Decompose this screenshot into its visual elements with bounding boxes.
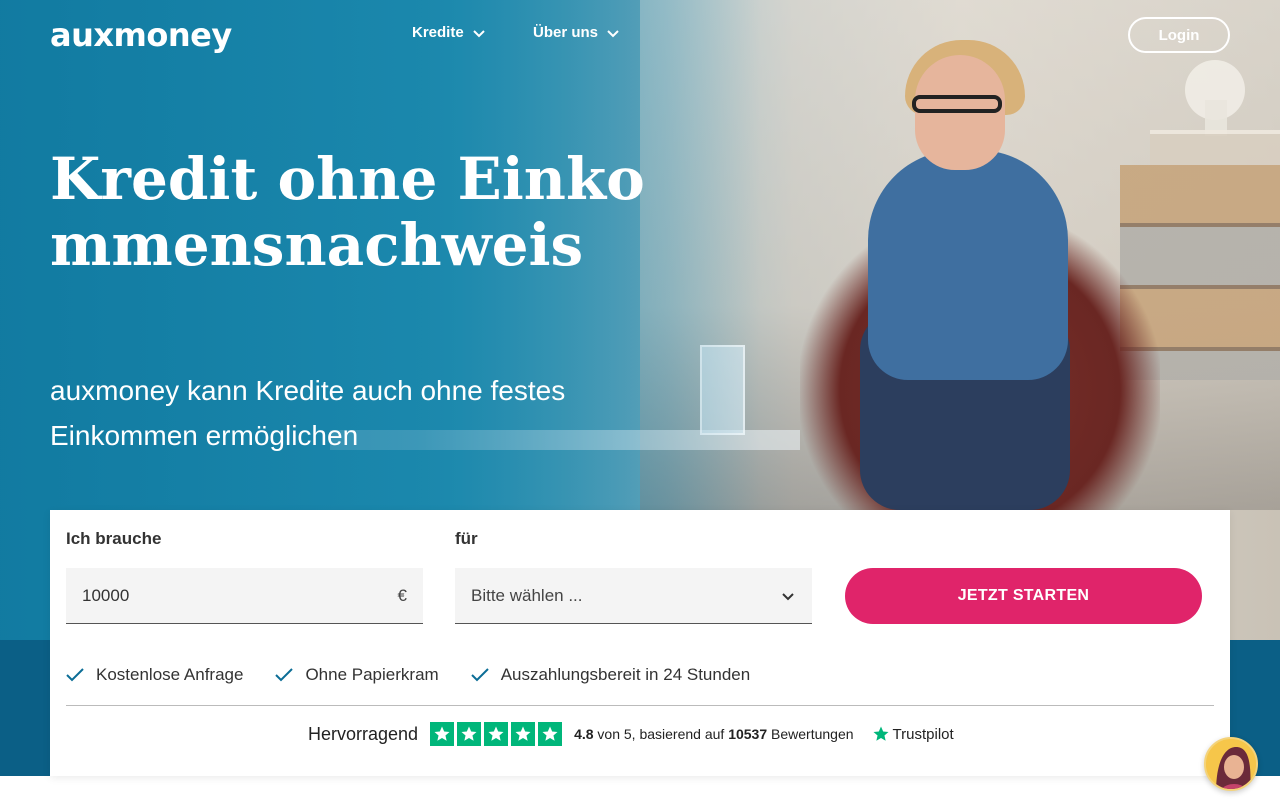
person-glasses [912, 95, 1002, 113]
trustpilot-review-count: 10537 [728, 726, 768, 742]
books [1150, 130, 1280, 166]
page-title: Kredit ohne Einkommensnachweis [50, 145, 645, 279]
currency-symbol: € [397, 585, 407, 605]
trustpilot-brand: Trustpilot [892, 725, 954, 743]
loan-request-card: Ich brauche für € Bitte wählen ... JETZT… [50, 510, 1230, 776]
star-icon [457, 722, 482, 746]
page-subtitle: auxmoney kann Kredite auch ohne festes E… [50, 375, 566, 451]
purpose-select[interactable]: Bitte wählen ... [455, 568, 812, 624]
check-icon [275, 668, 294, 682]
logo[interactable]: auxmoney [50, 16, 232, 54]
trustpilot-stars [430, 722, 563, 746]
trustpilot-reviews-word: Bewertungen [771, 726, 854, 742]
nav-kredite-label: Kredite [412, 24, 464, 41]
star-icon [430, 722, 455, 746]
trustpilot-logo: Trustpilot [872, 725, 954, 743]
purpose-select-value: Bitte wählen ... [471, 585, 583, 605]
person-body [868, 150, 1068, 380]
chevron-down-icon [472, 29, 485, 37]
check-icon [470, 668, 489, 682]
chevron-down-icon [607, 29, 619, 37]
trustpilot-widget[interactable]: Hervorragend 4.8 von 5, basierend auf 10… [308, 722, 954, 746]
amount-field[interactable]: € [66, 568, 423, 624]
trustpilot-rating-word: Hervorragend [308, 723, 419, 744]
chevron-down-icon [782, 592, 794, 600]
list-item: Auszahlungsbereit in 24 Stunden [470, 665, 751, 685]
nav-ueber-uns[interactable]: Über uns [533, 24, 620, 41]
list-item: Ohne Papierkram [275, 665, 439, 685]
benefit-label: Auszahlungsbereit in 24 Stunden [500, 665, 751, 684]
purpose-label: für [455, 529, 478, 548]
amount-label: Ich brauche [66, 529, 162, 548]
benefits-list: Kostenlose Anfrage Ohne Papierkram Ausza… [66, 665, 750, 685]
benefit-label: Ohne Papierkram [305, 665, 439, 684]
support-agent-avatar-icon [1206, 739, 1256, 789]
list-item: Kostenlose Anfrage [66, 665, 243, 685]
nav-ueber-uns-label: Über uns [533, 24, 599, 41]
amount-input[interactable] [82, 585, 362, 606]
trustpilot-summary: 4.8 von 5, basierend auf 10537 Bewertung… [574, 726, 853, 742]
divider [66, 705, 1214, 706]
login-button[interactable]: Login [1128, 17, 1230, 53]
star-icon [484, 722, 509, 746]
trustpilot-score: 4.8 [574, 726, 594, 742]
check-icon [66, 668, 84, 682]
star-icon [511, 722, 536, 746]
nav-kredite[interactable]: Kredite [412, 24, 486, 41]
star-icon [538, 722, 563, 746]
chat-avatar-button[interactable] [1204, 737, 1258, 791]
start-button[interactable]: JETZT STARTEN [845, 568, 1202, 624]
benefit-label: Kostenlose Anfrage [96, 665, 244, 684]
trustpilot-star-icon [873, 726, 889, 741]
trustpilot-out-of: von 5, basierend auf [597, 726, 725, 742]
